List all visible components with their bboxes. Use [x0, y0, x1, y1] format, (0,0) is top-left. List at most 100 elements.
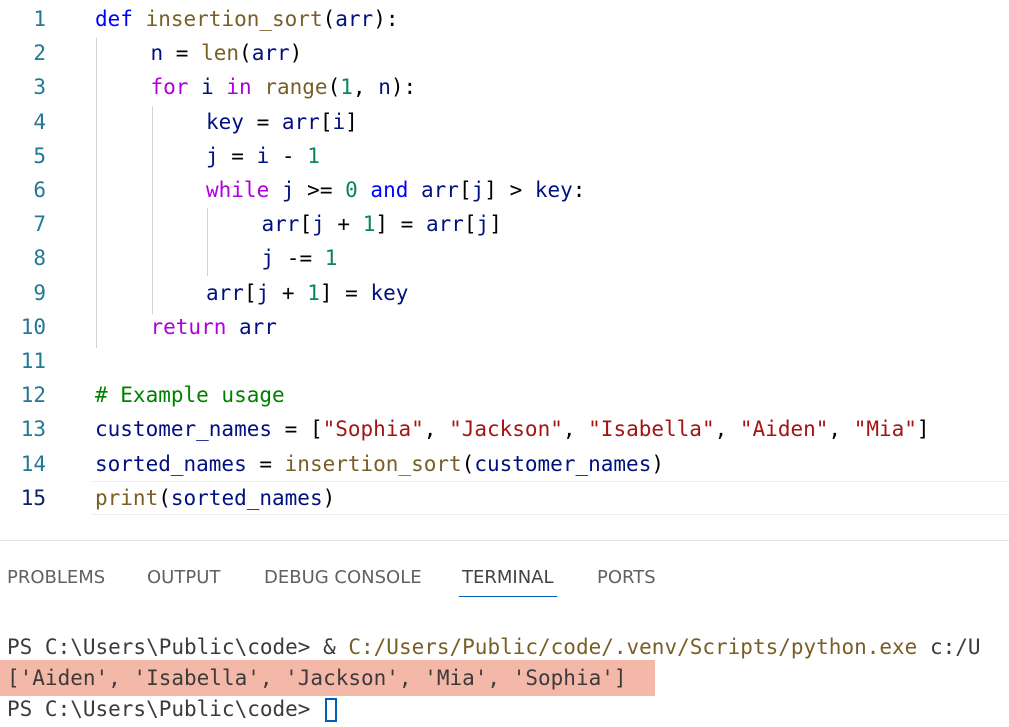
code-token: "Sophia": [322, 417, 424, 442]
code-text: # Example usage: [95, 378, 285, 412]
code-token: 0: [345, 178, 358, 202]
terminal-prompt-line[interactable]: PS C:\Users\Public\code>: [7, 694, 338, 724]
code-token: i: [256, 143, 270, 168]
code-token: j: [312, 212, 325, 237]
code-text: return arr: [151, 310, 277, 344]
code-token: ): [651, 451, 664, 476]
code-token: 1: [340, 75, 353, 100]
code-token: print: [95, 485, 159, 510]
code-token: i: [201, 75, 214, 100]
terminal-prompt: PS C:\Users\Public\code>: [7, 635, 324, 659]
code-token: for: [150, 75, 189, 100]
code-token: i: [332, 109, 346, 134]
code-token: (: [322, 7, 336, 31]
tab-problems[interactable]: PROBLEMS: [7, 567, 105, 588]
code-text: j -= 1: [262, 241, 338, 275]
code-token: arr: [206, 280, 244, 305]
code-text: for i in range(1, n):: [151, 70, 417, 104]
line-number: 14: [20, 451, 46, 476]
code-text: arr[j + 1] = arr[j]: [262, 207, 502, 241]
terminal-exe-path: C:/Users/Public/code/.venv/Scripts/pytho…: [348, 635, 918, 659]
code-line: 14 sorted_names = insertion_sort(customer…: [0, 447, 1009, 481]
code-token: 1: [324, 246, 338, 271]
code-token: arr: [425, 212, 464, 237]
code-token: def: [95, 7, 133, 31]
line-number: 2: [33, 41, 46, 66]
line-number: 1: [33, 7, 46, 31]
code-text: j = i - 1: [206, 139, 320, 173]
code-token: ]: [489, 212, 502, 237]
tab-ports[interactable]: PORTS: [597, 567, 656, 588]
code-line: 12 # Example usage: [0, 378, 1009, 412]
code-token: =: [332, 280, 371, 305]
line-number: 7: [33, 212, 46, 237]
code-token: sorted_names: [170, 485, 323, 510]
code-text: arr[j + 1] = key: [206, 276, 408, 310]
line-number: 11: [20, 349, 46, 373]
tab-debug-console[interactable]: DEBUG CONSOLE: [264, 567, 422, 588]
code-token: n: [150, 41, 164, 66]
line-number: 10: [20, 314, 46, 339]
code-token: >: [496, 178, 535, 202]
code-token: [: [319, 109, 333, 134]
code-token: >=: [294, 178, 346, 202]
code-token: =: [218, 143, 257, 168]
panel-tabs: PROBLEMS OUTPUT DEBUG CONSOLE TERMINAL P…: [0, 541, 1009, 601]
code-token: arr: [335, 7, 374, 31]
terminal-output-line: ['Aiden', 'Isabella', 'Jackson', 'Mia', …: [7, 666, 627, 690]
tab-output[interactable]: OUTPUT: [147, 567, 220, 588]
code-token: and: [370, 178, 409, 202]
code-text: def insertion_sort(arr):: [95, 2, 399, 36]
line-number: 4: [33, 109, 46, 134]
code-text: print(sorted_names): [95, 481, 335, 515]
indent-guide: [152, 106, 153, 314]
code-token: key: [206, 109, 244, 134]
terminal-command-line: PS C:\Users\Public\code> & C:/Users/Publ…: [7, 632, 981, 662]
code-token: in: [226, 75, 252, 100]
code-line: 1 def insertion_sort(arr):: [0, 2, 1009, 36]
terminal-prompt: PS C:\Users\Public\code>: [7, 697, 324, 721]
indent-guide: [207, 208, 208, 276]
tab-terminal[interactable]: TERMINAL: [462, 567, 554, 588]
code-token: (: [461, 451, 475, 476]
code-token: arr: [281, 109, 320, 134]
code-line: 10 return arr: [0, 310, 1009, 344]
code-token: =: [272, 417, 310, 442]
code-token: n: [378, 75, 391, 100]
line-number: 3: [33, 75, 46, 100]
code-token: ): [289, 41, 303, 66]
code-token: (: [158, 485, 171, 510]
code-token: # Example usage: [95, 383, 285, 408]
code-token: (: [239, 41, 252, 66]
code-token: "Aiden": [739, 417, 829, 442]
code-token: ]: [345, 109, 358, 134]
code-token: ]: [375, 212, 388, 237]
code-token: +: [269, 280, 308, 305]
code-token: "Jackson": [449, 417, 563, 442]
line-number: 12: [20, 383, 46, 408]
code-token: ,: [562, 417, 589, 442]
code-token: key: [534, 178, 573, 202]
terminal-cursor: [325, 698, 338, 722]
code-token: =: [163, 41, 202, 66]
code-line: 15 print(sorted_names): [0, 481, 1009, 515]
code-text: customer_names = ["Sophia", "Jackson", "…: [95, 412, 930, 446]
code-token: 1: [362, 212, 376, 237]
code-text: while j >= 0 and arr[j] > key:: [206, 173, 585, 207]
code-token: +: [324, 212, 363, 237]
code-token: ]: [916, 417, 930, 442]
code-token: ,: [423, 417, 450, 442]
code-token: j: [476, 212, 490, 237]
code-token: range: [264, 75, 328, 100]
code-token: j: [206, 143, 219, 168]
code-token: return: [150, 314, 227, 339]
code-token: arr: [421, 178, 459, 202]
code-token: [: [243, 280, 257, 305]
code-token: "Isabella": [588, 417, 715, 442]
code-token: arr: [239, 314, 277, 339]
code-editor[interactable]: 1 def insertion_sort(arr): 2 n = len(arr) 3 f…: [0, 0, 1009, 530]
